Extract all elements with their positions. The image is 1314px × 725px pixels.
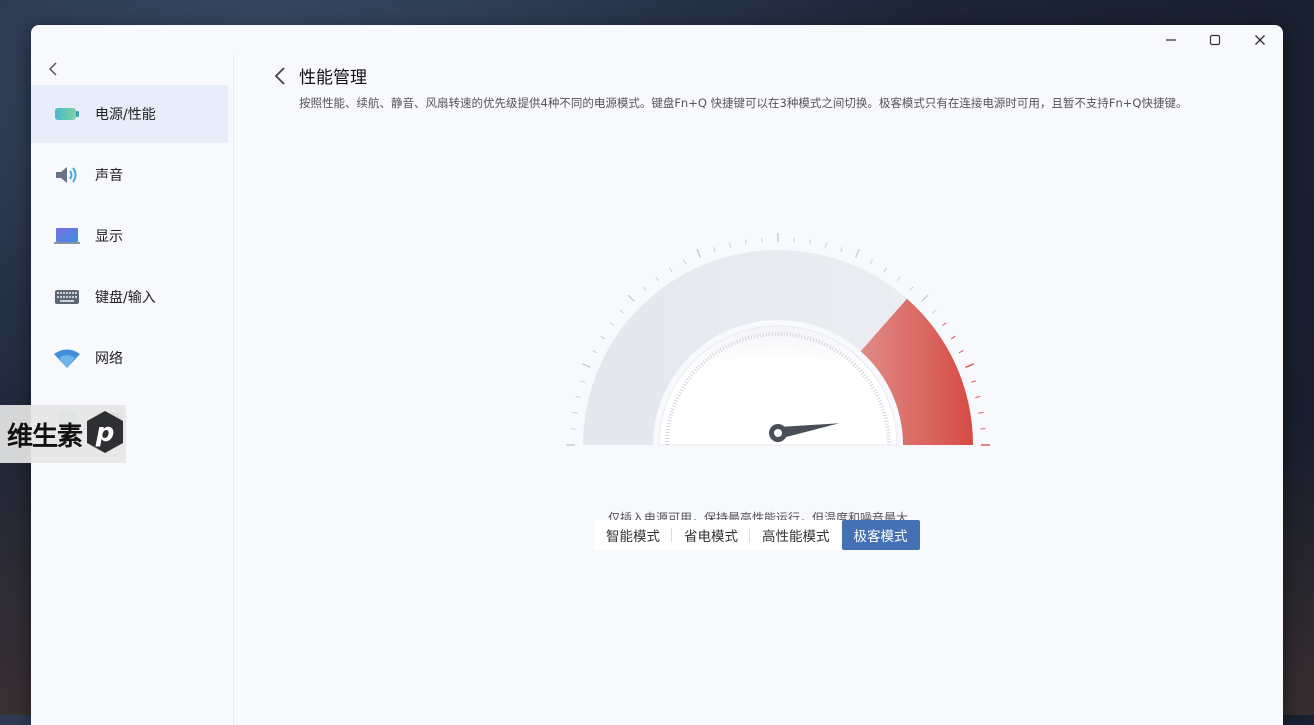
gauge-tick [897, 277, 900, 281]
sidebar-item-display[interactable]: 显示 [31, 207, 228, 265]
minimize-button[interactable] [1156, 29, 1186, 51]
close-icon [1254, 34, 1266, 46]
page-back-button[interactable] [270, 64, 290, 88]
gauge-tick [810, 240, 811, 245]
gauge-tick [582, 364, 590, 367]
gauge-tick [870, 260, 872, 264]
chevron-left-icon [274, 67, 286, 85]
power-mode-selector: 智能模式 省电模式 高性能模式 极客模式 [594, 520, 920, 550]
performance-gauge [558, 223, 998, 468]
gauge-tick [729, 243, 730, 248]
sidebar-item-label: 键盘/输入 [95, 287, 156, 307]
sidebar-item-label: 显示 [95, 226, 123, 246]
chevron-left-icon [47, 62, 59, 76]
gauge-tick [841, 247, 843, 252]
sidebar-item-power[interactable]: 电源/性能 [31, 85, 228, 143]
gauge-tick [669, 268, 672, 272]
gauge-tick [628, 295, 634, 301]
sidebar-item-keyboard[interactable]: 键盘/输入 [31, 268, 228, 326]
mode-geek-button[interactable]: 极客模式 [842, 520, 920, 550]
gauge-tick [656, 277, 659, 281]
minimize-icon [1165, 34, 1177, 46]
mode-high-performance-button[interactable]: 高性能模式 [750, 520, 842, 550]
gauge-tick [979, 412, 984, 413]
monitor-icon [53, 222, 81, 250]
gauge-tick [951, 336, 955, 339]
gauge-tick [643, 287, 646, 291]
title-bar [31, 25, 1283, 55]
gauge-tick [620, 310, 624, 313]
gauge-tick [601, 336, 605, 339]
sidebar-item-label: 声音 [95, 165, 123, 185]
close-button[interactable] [1245, 29, 1275, 51]
sidebar-item-sound[interactable]: 声音 [31, 146, 228, 204]
gauge-tick [593, 351, 597, 353]
mode-smart-button[interactable]: 智能模式 [594, 520, 672, 550]
speaker-icon [53, 161, 81, 189]
gauge-tick [684, 260, 686, 264]
gauge-tick [610, 323, 614, 326]
keyboard-icon [53, 283, 81, 311]
sidebar-item-label: 网络 [95, 348, 123, 368]
gauge-tick [971, 381, 976, 383]
gauge-tick [697, 249, 700, 257]
settings-window: 电源/性能 声音 显示 键盘/输入 网络 [31, 25, 1283, 725]
svg-text:p: p [95, 418, 115, 448]
gauge-tick [922, 295, 928, 301]
gauge-tick [573, 412, 578, 413]
gauge-tick [714, 247, 716, 252]
gauge-tick [856, 249, 859, 257]
gauge-tick [580, 381, 585, 383]
page-title: 性能管理 [299, 63, 367, 88]
gauge-tick [966, 364, 974, 367]
gauge-tick [975, 396, 980, 397]
watermark-text: 维生素 [7, 416, 82, 453]
watermark: 维生素 p [0, 405, 126, 463]
mode-power-saving-button[interactable]: 省电模式 [672, 520, 750, 550]
maximize-icon [1209, 34, 1221, 46]
gauge-tick [959, 351, 963, 353]
page-description: 按照性能、续航、静音、风扇转速的优先级提供4种不同的电源模式。键盘Fn+Q 快捷… [299, 95, 1187, 111]
sidebar-item-label: 电源/性能 [95, 104, 156, 124]
main-panel: 性能管理 按照性能、续航、静音、风扇转速的优先级提供4种不同的电源模式。键盘Fn… [233, 55, 1283, 725]
gauge-tick [825, 243, 826, 248]
gauge-tick [745, 240, 746, 245]
maximize-button[interactable] [1200, 29, 1230, 51]
sidebar-item-network[interactable]: 网络 [31, 329, 228, 387]
gauge-tick [942, 323, 946, 326]
battery-icon [53, 100, 81, 128]
wifi-icon [53, 344, 81, 372]
sidebar-back-button[interactable] [43, 59, 63, 79]
p-logo-icon: p [86, 410, 124, 458]
gauge-tick [576, 396, 581, 397]
gauge-tick [932, 310, 936, 313]
sidebar: 电源/性能 声音 显示 键盘/输入 网络 [31, 55, 234, 725]
gauge-tick [910, 287, 913, 291]
gauge-tick [884, 268, 887, 272]
